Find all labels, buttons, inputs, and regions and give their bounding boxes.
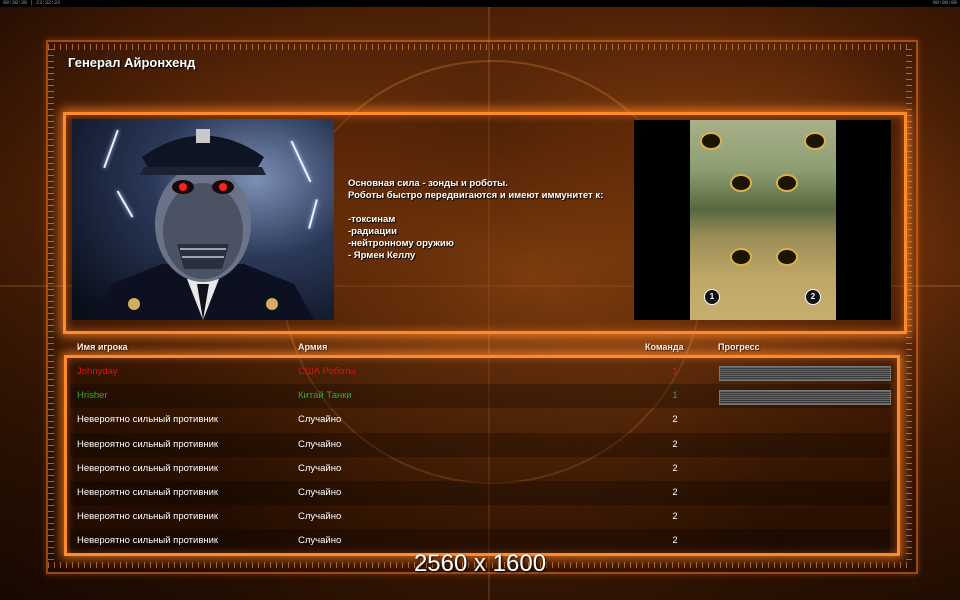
player-name: Невероятно сильный противник [77,511,219,523]
header-progress: Прогресс [718,342,760,352]
map-supply-spot [730,174,752,192]
player-row: Невероятно сильный противник Случайно 2 [70,457,890,481]
map-supply-spot [804,132,826,150]
player-army: Случайно [298,487,342,498]
player-team: 2 [672,487,678,498]
player-army: Случайно [298,438,342,450]
description-line: Основная сила - зонды и роботы. [348,178,508,189]
player-name: Невероятно сильный противник [77,414,219,426]
player-team: 2 [672,462,678,474]
header-player-name: Имя игрока [77,342,128,352]
player-army: Китай Танки [298,390,352,402]
map-terrain: 1 2 [690,120,836,320]
header-team: Команда [645,342,684,352]
player-progress-bar [719,390,891,406]
player-row: Невероятно сильный противник Случайно 2 [70,408,890,432]
player-army: Случайно [298,414,342,426]
robot-general-figure [92,129,314,320]
player-row: Невероятно сильный противник Случайно 2 [70,432,890,457]
player-army: Случайно [298,462,342,474]
player-name: Невероятно сильный противник [77,462,219,474]
description-line: Роботы быстро передвигаются и имеют имму… [348,190,604,201]
player-name: Hrisher [77,390,108,402]
player-row: Hrisher Китай Танки 1 [70,384,891,409]
player-team: 1 [672,366,678,377]
frame-ticks-top [48,44,912,50]
description-line: -нейтронному оружию [348,238,454,249]
player-name: Johnyday [77,366,118,377]
status-left-text: 00:30:30 | 23:32:33 [3,0,61,6]
description-line: -радиации [348,226,397,237]
start-position-2: 2 [805,289,821,305]
general-portrait [72,119,334,320]
player-team: 1 [672,390,678,402]
player-team: 2 [672,414,678,426]
description-gap [348,202,628,214]
map-supply-spot [776,174,798,192]
player-name: Невероятно сильный противник [77,487,219,498]
player-army: США Роботы [298,366,356,377]
map-supply-spot [730,248,752,266]
description-line: -токсинам [348,214,396,225]
player-row: Невероятно сильный противник Случайно 2 [70,481,890,505]
player-name: Невероятно сильный противник [77,438,219,450]
player-team: 2 [672,438,678,450]
player-progress-bar [719,366,891,381]
description-line: - Ярмен Келлу [348,250,416,261]
map-preview: 1 2 [634,120,891,320]
general-title: Генерал Айронхенд [68,55,196,70]
player-row: Johnyday США Роботы 1 [70,360,891,384]
frame-ticks-left [48,48,54,560]
start-position-1: 1 [704,289,720,305]
progress-fill [720,391,890,405]
resolution-label: 2560 x 1600 [413,550,547,577]
status-strip: 00:30:30 | 23:32:33 00:00:00 [0,0,960,7]
map-supply-spot [700,132,722,150]
faction-description: Основная сила - зонды и роботы. Роботы б… [348,178,628,262]
map-supply-spot [776,248,798,266]
player-army: Случайно [298,511,342,523]
player-row: Невероятно сильный противник Случайно 2 [70,505,890,529]
player-team: 2 [672,511,678,523]
header-army: Армия [298,342,328,352]
progress-fill [720,367,890,380]
status-right-text: 00:00:00 [932,0,957,6]
